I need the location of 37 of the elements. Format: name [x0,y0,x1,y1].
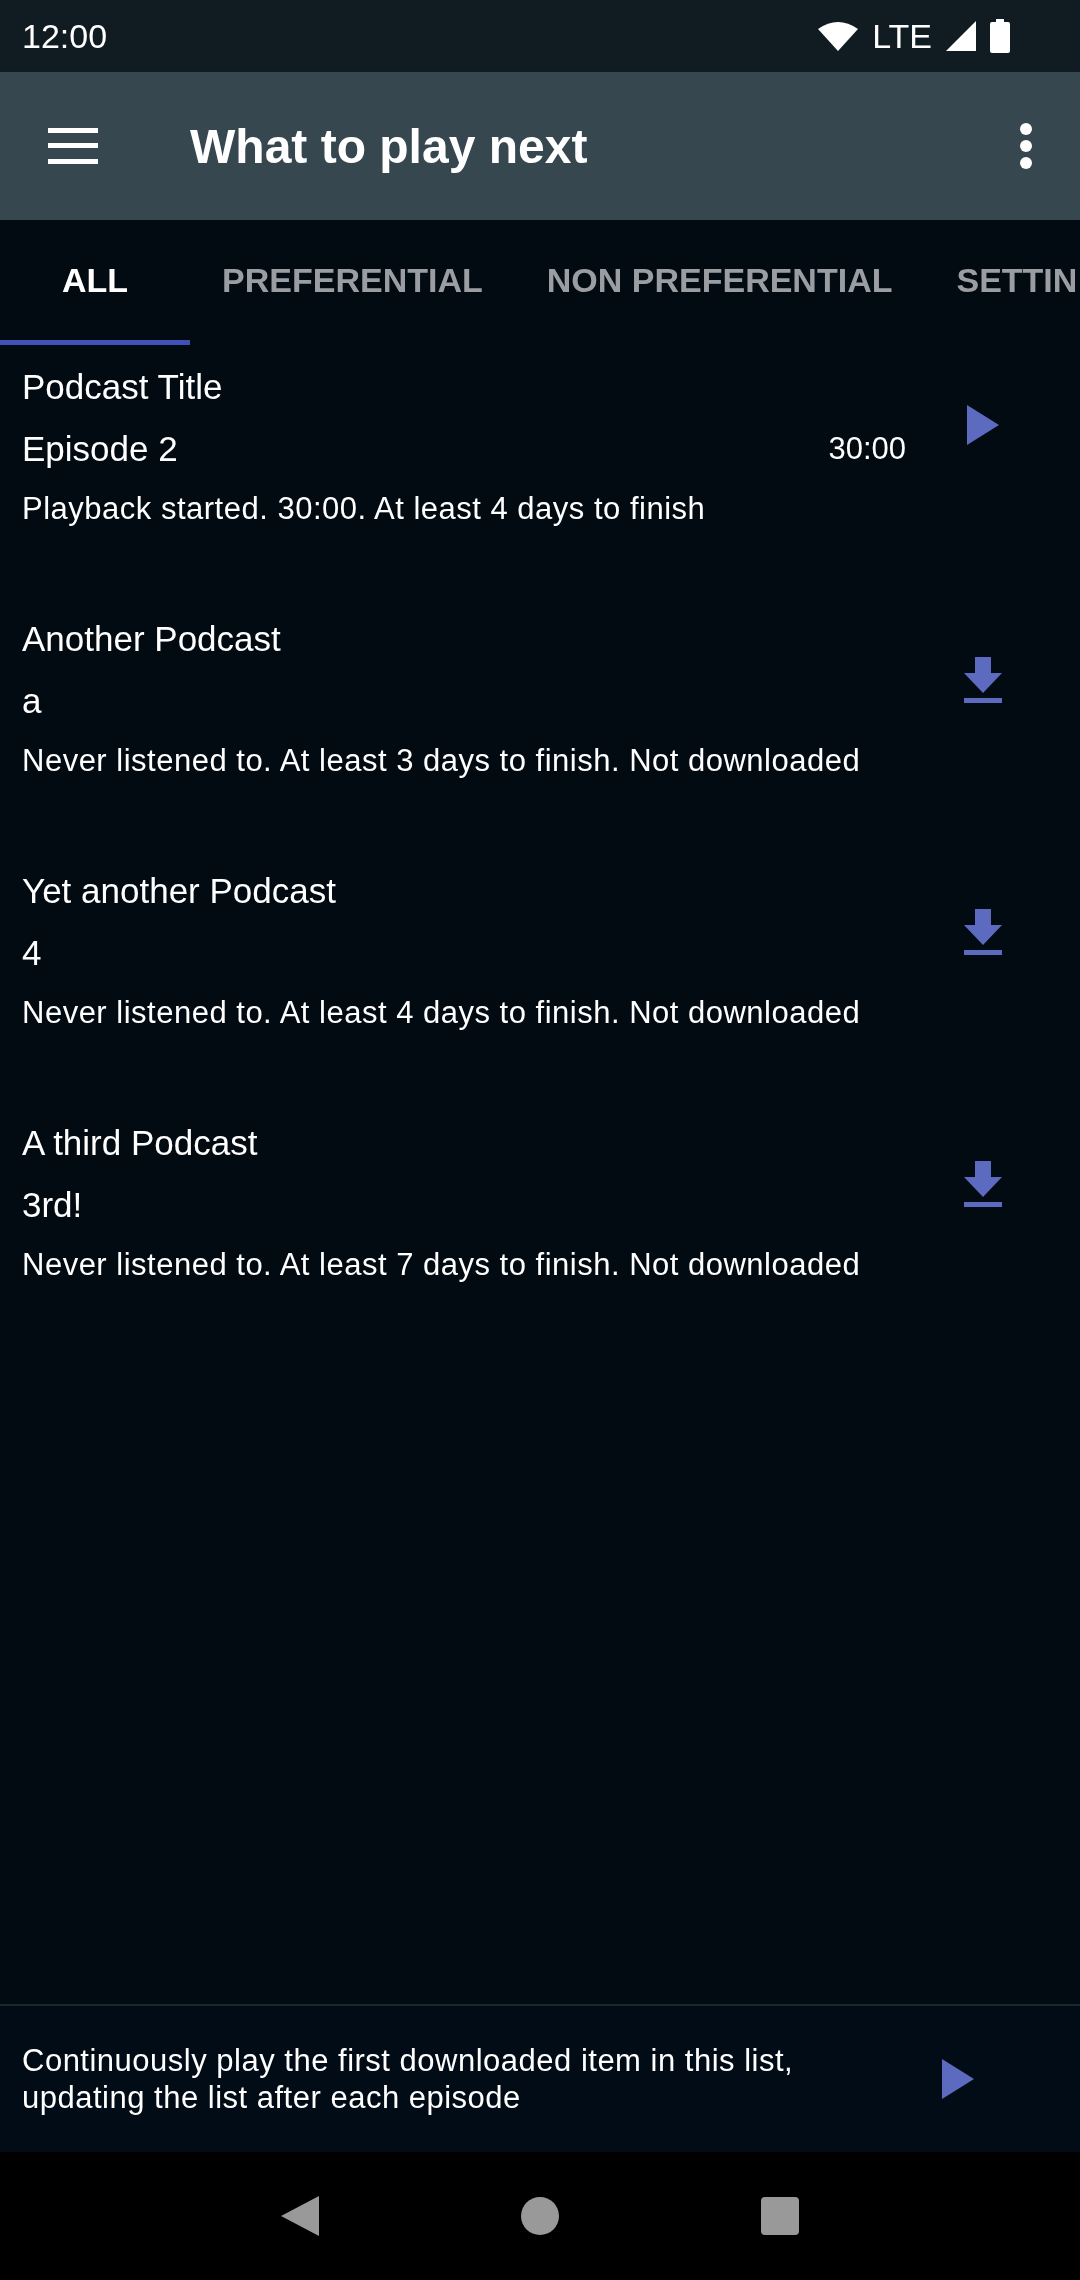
podcast-name: A third Podcast [22,1123,259,1163]
episode-item[interactable]: A third Podcast 3rd! Never listened to. At least 7 days to finish. Not downloaded [0,1101,1080,1353]
continuous-play-text: Continuously play the first downloaded item in this list, updating the list after each episode [22,2042,795,2116]
podcast-name: Yet another Podcast [22,871,337,911]
play-icon[interactable] [942,2059,974,2099]
download-icon[interactable] [964,909,1002,955]
back-icon[interactable] [281,2196,319,2236]
wifi-icon [818,21,859,51]
episode-title: Episode 2 [22,429,178,469]
episode-status: Never listened to. At least 3 days to finish. Not downloaded [22,743,862,779]
download-icon[interactable] [964,1161,1002,1207]
episode-status: Never listened to. At least 4 days to finish. Not downloaded [22,995,862,1031]
episode-item[interactable]: Podcast Title Episode 2 30:00 Playback started. 30:00. At least 4 days to finish [0,345,1080,597]
episode-item[interactable]: Yet another Podcast 4 Never listened to. At least 4 days to finish. Not downloaded [0,849,1080,1101]
episode-item[interactable]: Another Podcast a Never listened to. At least 3 days to finish. Not downloaded [0,597,1080,849]
battery-icon [990,19,1010,53]
tab[interactable]: ALL [0,220,191,345]
download-icon[interactable] [964,657,1002,703]
podcast-name: Another Podcast [22,619,282,659]
episode-status: Playback started. 30:00. At least 4 days to finish [22,491,707,527]
menu-icon[interactable] [48,128,98,164]
episode-title: 4 [22,933,42,973]
duration: 30:00 [828,431,906,467]
home-icon[interactable] [521,2197,559,2235]
network-type: LTE [872,16,932,56]
podcast-name: Podcast Title [22,367,224,407]
episode-title: a [22,681,42,721]
signal-icon [946,21,976,51]
tab[interactable]: SETTIN [924,220,1080,345]
episode-title: 3rd! [22,1185,83,1225]
screen-title: What to play next [190,118,589,174]
tab[interactable]: PREFERENTIAL [190,220,515,345]
clock-time: 12:00 [22,16,108,56]
tab[interactable]: NON PREFERENTIAL [514,220,925,345]
more-options-icon[interactable] [1020,123,1032,169]
episode-status: Never listened to. At least 7 days to finish. Not downloaded [22,1247,862,1283]
play-icon[interactable] [967,405,999,445]
